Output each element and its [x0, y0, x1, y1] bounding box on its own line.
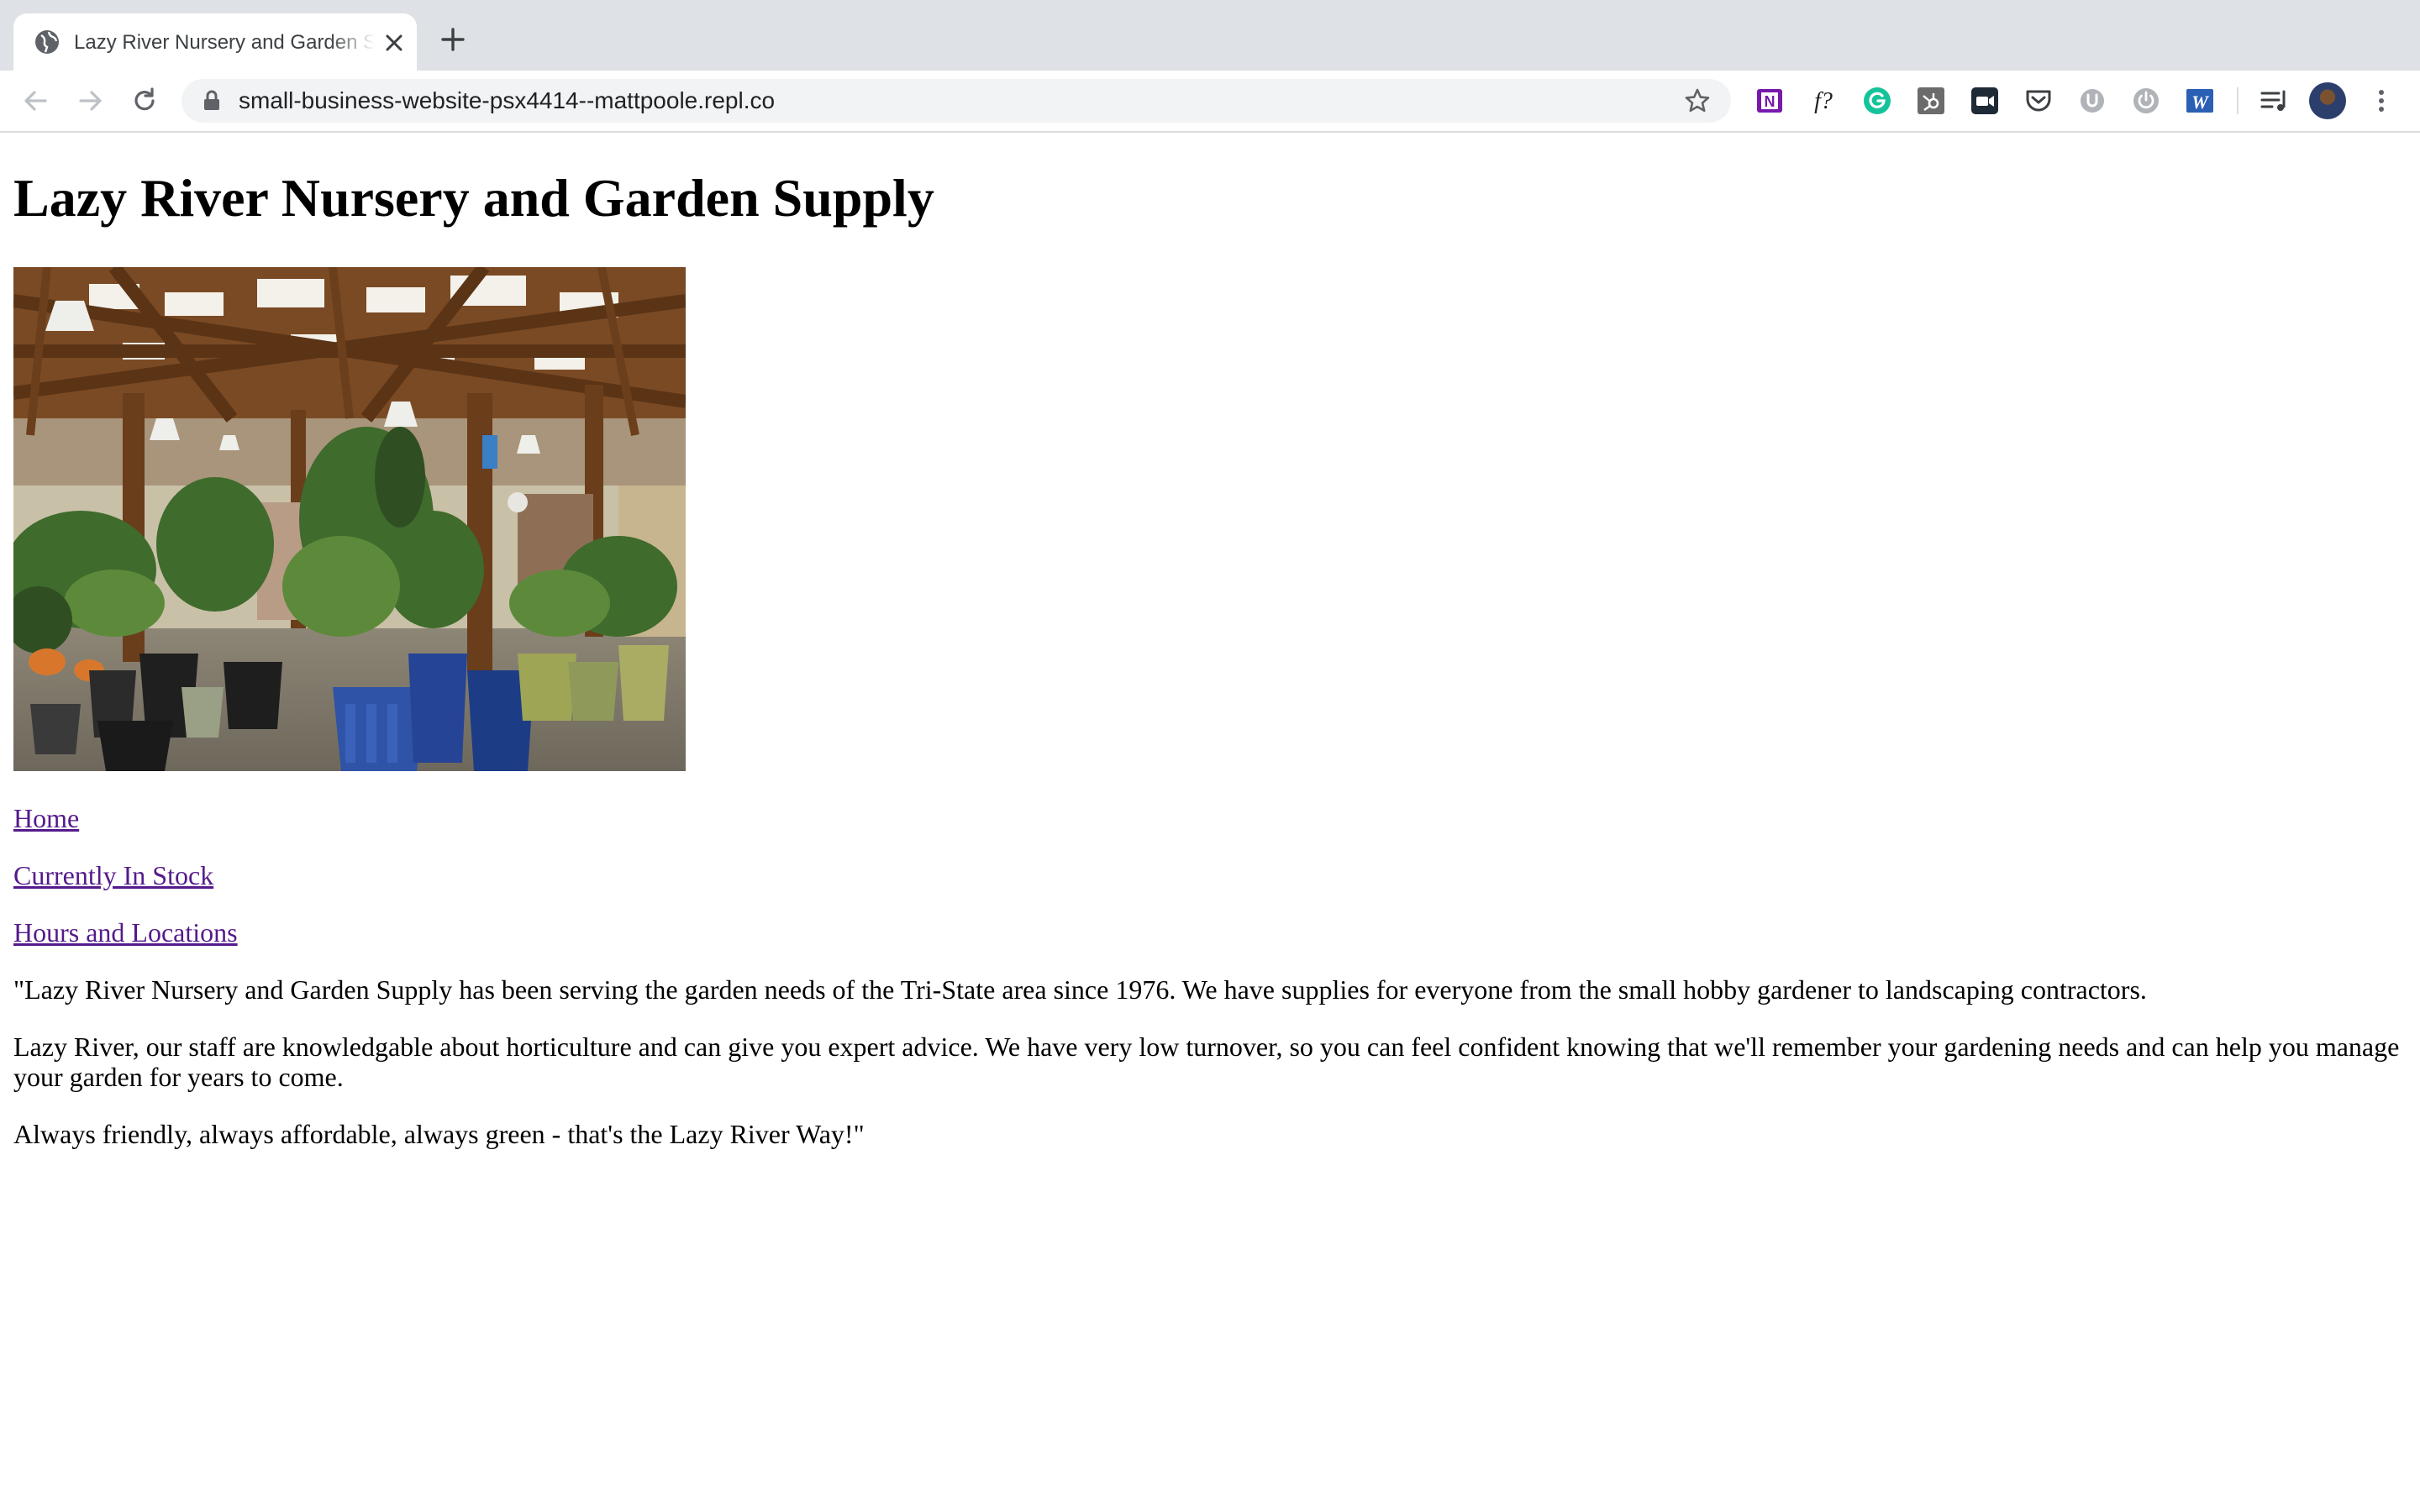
grammarly-icon[interactable]: [1862, 86, 1892, 116]
more-menu-icon[interactable]: [2370, 87, 2393, 114]
profile-avatar[interactable]: [2309, 82, 2346, 119]
bookmark-star-icon[interactable]: [1684, 87, 1711, 114]
staff-paragraph: Lazy River, our staff are knowledgable a…: [13, 1032, 2400, 1092]
zoom-icon[interactable]: [1970, 86, 2000, 116]
nav-link-currently-in-stock[interactable]: Currently In Stock: [13, 858, 213, 892]
hubspot-icon[interactable]: [1916, 86, 1946, 116]
lock-icon[interactable]: [202, 90, 222, 112]
reload-icon[interactable]: [129, 86, 160, 116]
slogan-paragraph: Always friendly, always affordable, alwa…: [13, 1119, 865, 1149]
extension-u-icon[interactable]: [2077, 86, 2107, 116]
pocket-icon[interactable]: [2023, 86, 2054, 116]
nav-link-home[interactable]: Home: [13, 801, 79, 835]
font-finder-icon[interactable]: f?: [1808, 86, 1839, 116]
page-title: Lazy River Nursery and Garden Supply: [13, 168, 934, 228]
onenote-letter: N: [1765, 93, 1776, 110]
media-controls-icon[interactable]: [2259, 86, 2289, 116]
browser-tab[interactable]: Lazy River Nursery and Garden Supply: [13, 13, 417, 71]
toolbar-divider: [0, 131, 2420, 133]
address-bar[interactable]: small-business-website-psx4414--mattpool…: [182, 79, 1731, 123]
back-arrow-icon[interactable]: [20, 86, 50, 116]
forward-arrow-icon[interactable]: [76, 86, 106, 116]
intro-paragraph: "Lazy River Nursery and Garden Supply ha…: [13, 974, 2147, 1005]
word-icon[interactable]: W: [2185, 86, 2215, 116]
close-icon[interactable]: [383, 32, 405, 54]
word-letter: W: [2191, 92, 2209, 113]
globe-icon: [35, 30, 59, 54]
power-icon[interactable]: [2131, 86, 2161, 116]
tab-title: Lazy River Nursery and Garden Supply: [74, 31, 375, 54]
font-finder-label: f?: [1814, 88, 1833, 114]
onenote-icon[interactable]: N: [1754, 86, 1785, 116]
new-tab-icon[interactable]: [439, 25, 467, 54]
url-text[interactable]: small-business-website-psx4414--mattpool…: [239, 79, 775, 123]
nav-link-hours-and-locations[interactable]: Hours and Locations: [13, 916, 238, 949]
extension-separator: [2237, 87, 2238, 114]
nursery-photo: [13, 267, 686, 771]
tab-strip: Lazy River Nursery and Garden Supply: [0, 0, 2420, 71]
